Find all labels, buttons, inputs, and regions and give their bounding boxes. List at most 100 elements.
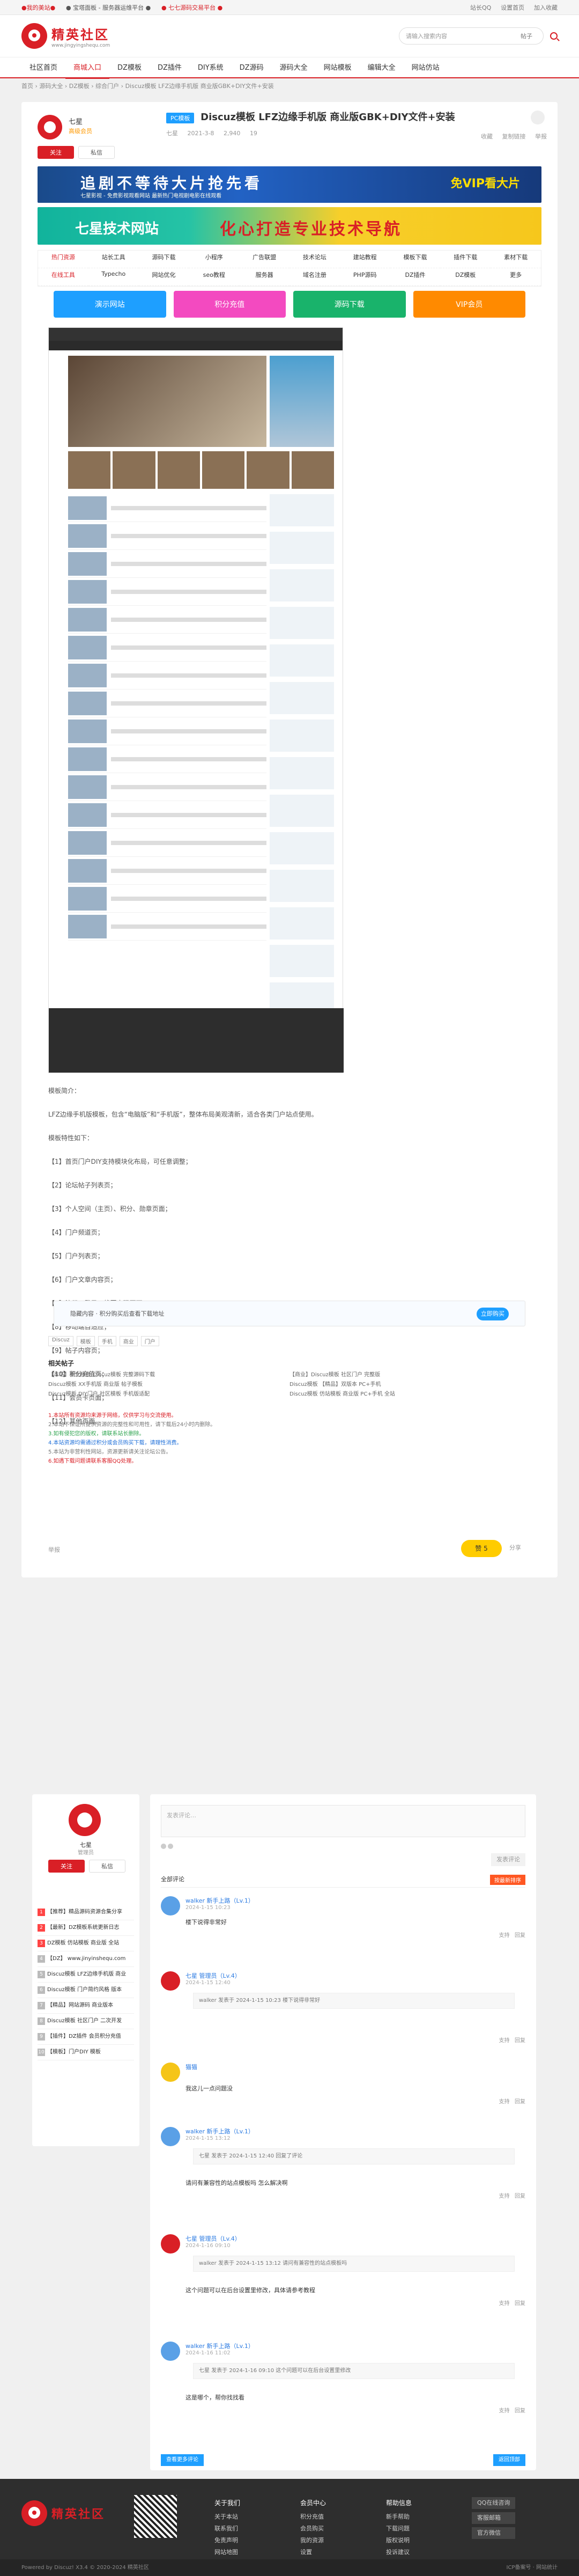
top-right-link[interactable]: 设置首页 xyxy=(501,4,524,11)
copy-link-action[interactable]: 复制链接 xyxy=(502,133,526,140)
nav-item-home[interactable]: 社区首页 xyxy=(21,57,65,79)
top-right-link[interactable]: 加入收藏 xyxy=(534,4,558,11)
nav-item-site-template[interactable]: 网站模板 xyxy=(316,57,360,79)
link-grid-item[interactable]: DZ插件 xyxy=(390,268,441,286)
avatar[interactable] xyxy=(161,1971,180,1991)
site-logo[interactable]: 精英社区 www.jingyingshequ.com xyxy=(21,23,161,49)
comment-author[interactable]: 猫猫 xyxy=(185,2063,197,2071)
link-grid-item[interactable]: 域名注册 xyxy=(290,268,340,286)
contact-item[interactable]: 客服邮箱 xyxy=(472,2512,516,2524)
avatar[interactable] xyxy=(38,115,62,140)
demo-button[interactable]: 演示网站 xyxy=(54,291,166,318)
link-grid-item[interactable]: Typecho xyxy=(88,268,139,286)
nav-item-editor[interactable]: 编辑大全 xyxy=(360,57,404,79)
back-to-top-button[interactable]: 返回顶部 xyxy=(493,2454,525,2466)
post-category-badge[interactable]: PC模板 xyxy=(166,113,195,123)
reply-button[interactable]: 回复 xyxy=(515,2301,525,2307)
related-item[interactable]: Discuz模板 【精品】双版本 PC+手机 xyxy=(290,1380,531,1390)
link-grid-item[interactable]: seo教程 xyxy=(189,268,240,286)
nav-item-dz-source[interactable]: DZ源码 xyxy=(232,57,272,79)
buy-button[interactable]: 立即购买 xyxy=(477,1308,509,1320)
avatar[interactable] xyxy=(161,2234,180,2254)
footer-link[interactable]: 设置 xyxy=(300,2546,326,2558)
reply-button[interactable]: 回复 xyxy=(515,1933,525,1939)
collect-action[interactable]: 收藏 xyxy=(481,133,493,140)
link-grid-item[interactable]: 建站教程 xyxy=(339,251,390,268)
sidebar-list-item[interactable]: 10 【模板】门户DIY 模板 xyxy=(38,2045,134,2060)
link-grid-item[interactable]: 网站优化 xyxy=(138,268,189,286)
footer-link[interactable]: 投诉建议 xyxy=(386,2546,412,2558)
sidebar-list-item[interactable]: 3 DZ模板 仿站模板 商业版 全站 xyxy=(38,1936,134,1951)
sidebar-list-item[interactable]: 9 【插件】DZ插件 会员积分充值 xyxy=(38,2029,134,2045)
avatar[interactable] xyxy=(69,1804,101,1836)
footer-link[interactable]: 我的资源 xyxy=(300,2535,326,2546)
footer-link[interactable]: 积分充值 xyxy=(300,2511,326,2523)
related-item[interactable]: 【本站】美化模板 Discuz模板 完整源码下载 xyxy=(48,1370,290,1380)
download-button[interactable]: 源码下载 xyxy=(293,291,406,318)
meta-author[interactable]: 七星 xyxy=(166,130,178,137)
ad-banner-tech[interactable]: 七星技术网站 化心打造专业技术导航 xyxy=(38,207,541,245)
reply-button[interactable]: 回复 xyxy=(515,2408,525,2414)
favorite-icon[interactable] xyxy=(531,111,545,124)
top-link[interactable]: ● 宝塔面板 - 服务器运维平台 ● xyxy=(66,4,151,11)
link-grid-item[interactable]: 小程序 xyxy=(189,251,240,268)
top-link[interactable]: ●我的美站● xyxy=(21,4,55,11)
nav-item-dz-template[interactable]: DZ模板 xyxy=(109,57,150,79)
follow-button[interactable]: 关注 xyxy=(38,146,74,159)
report-action[interactable]: 举报 xyxy=(535,133,547,140)
sort-button[interactable]: 按最新排序 xyxy=(490,1875,525,1885)
tag[interactable]: 商业 xyxy=(119,1336,138,1346)
related-item[interactable]: Discuz模板 XX手机版 商业版 帖子模板 xyxy=(48,1380,290,1390)
author-name[interactable]: 七星 xyxy=(69,116,83,126)
sidebar-follow-button[interactable]: 关注 xyxy=(48,1860,85,1873)
link-grid-item[interactable]: 更多 xyxy=(491,268,541,286)
top-link[interactable]: ● 七七源码交易平台 ● xyxy=(161,4,222,11)
footer-link[interactable]: 联系我们 xyxy=(214,2523,240,2535)
avatar[interactable] xyxy=(161,1896,180,1916)
sidebar-list-item[interactable]: 8 Discuz模板 社区门户 二次开发 xyxy=(38,2014,134,2029)
share-button[interactable]: 分享 xyxy=(509,1543,521,1552)
tag[interactable]: 模板 xyxy=(76,1336,95,1346)
link-grid-item[interactable]: 素材下载 xyxy=(491,251,541,268)
avatar[interactable] xyxy=(161,2342,180,2361)
support-button[interactable]: 支持 xyxy=(499,1933,509,1939)
load-more-button[interactable]: 查看更多评论 xyxy=(161,2454,204,2466)
sidebar-message-button[interactable]: 私信 xyxy=(89,1860,125,1873)
message-button[interactable]: 私信 xyxy=(78,146,115,159)
support-button[interactable]: 支持 xyxy=(499,2301,509,2307)
contact-item[interactable]: QQ在线咨询 xyxy=(472,2497,516,2509)
avatar[interactable] xyxy=(161,2063,180,2082)
link-grid-item[interactable]: 插件下载 xyxy=(440,251,491,268)
link-grid-item[interactable]: 在线工具 xyxy=(38,268,88,286)
footer-link[interactable]: 关于本站 xyxy=(214,2511,240,2523)
nav-item-clone[interactable]: 网站仿站 xyxy=(404,57,448,79)
emoji-icon[interactable] xyxy=(161,1844,166,1849)
sidebar-list-item[interactable]: 1 【推荐】精品源码资源合集分享 xyxy=(38,1905,134,1920)
nav-item-source[interactable]: 源码大全 xyxy=(272,57,316,79)
comment-author[interactable]: 七星 管理员（Lv.4） xyxy=(185,1971,241,1980)
link-grid-item[interactable]: 广告联盟 xyxy=(239,251,290,268)
nav-item-diy[interactable]: DIY系统 xyxy=(190,57,232,79)
related-item[interactable]: Discuz模板 仿站模板 商业版 PC+手机 全站 xyxy=(290,1390,531,1399)
comment-author[interactable]: walker 新手上路（Lv.1） xyxy=(185,2127,254,2135)
support-button[interactable]: 支持 xyxy=(499,2099,509,2105)
breadcrumb[interactable]: 首页 › 源码大全 › DZ模板 › 综合门户 › Discuz模板 LFZ边缘… xyxy=(21,78,558,94)
tag[interactable]: 门户 xyxy=(140,1336,159,1346)
like-button[interactable]: 赞 5 xyxy=(461,1540,502,1557)
sidebar-list-item[interactable]: 2 【最新】DZ模板系统更新日志 xyxy=(38,1920,134,1936)
sidebar-list-item[interactable]: 4 【DZ】 www.jinyinshequ.com xyxy=(38,1951,134,1967)
support-button[interactable]: 支持 xyxy=(499,2193,509,2199)
link-grid-item[interactable]: 模板下载 xyxy=(390,251,441,268)
avatar[interactable] xyxy=(161,2127,180,2146)
comment-author[interactable]: walker 新手上路（Lv.1） xyxy=(185,2342,254,2350)
reply-button[interactable]: 回复 xyxy=(515,2099,525,2105)
reply-button[interactable]: 回复 xyxy=(515,2038,525,2044)
link-grid-item[interactable]: 站长工具 xyxy=(88,251,139,268)
footer-link[interactable]: 会员购买 xyxy=(300,2523,326,2535)
support-button[interactable]: 支持 xyxy=(499,2408,509,2414)
link-grid-item[interactable]: 热门资源 xyxy=(38,251,88,268)
link-grid-item[interactable]: 技术论坛 xyxy=(290,251,340,268)
footer-link[interactable]: 版权说明 xyxy=(386,2535,412,2546)
comment-input[interactable]: 发表评论… xyxy=(161,1805,525,1837)
points-button[interactable]: 积分充值 xyxy=(173,291,286,318)
